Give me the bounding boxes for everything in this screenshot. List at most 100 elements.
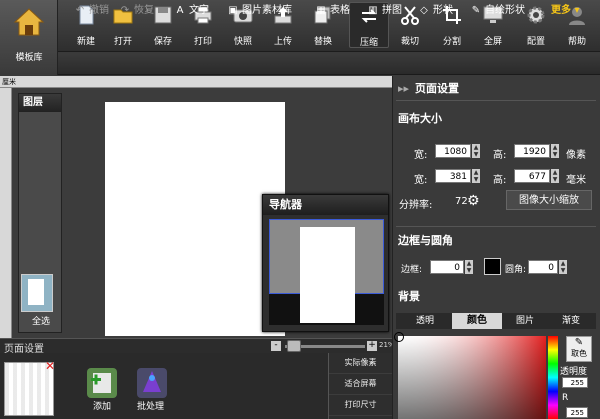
height-mm-input[interactable]: 677: [514, 169, 550, 183]
image-resize-button[interactable]: 图像大小缩放: [506, 190, 592, 210]
layer-thumbnail[interactable]: [21, 274, 53, 312]
close-icon[interactable]: ✕: [45, 359, 55, 373]
batch-button[interactable]: [137, 368, 167, 398]
navigator-page: [300, 227, 355, 323]
toolbar-button-label: 上传: [273, 37, 292, 47]
table-grid-icon: ▦: [316, 5, 326, 16]
add-button[interactable]: [87, 368, 117, 398]
fit-screen-option[interactable]: 适合屏幕: [329, 374, 392, 395]
custom-shape-button[interactable]: ✎ 自绘形状: [470, 0, 525, 22]
r-input[interactable]: 255: [566, 407, 588, 418]
vertical-ruler: [0, 88, 12, 338]
redo-button[interactable]: ↷ 恢复: [119, 0, 154, 22]
shape-icon: ◇: [420, 5, 428, 16]
custom-shape-label: 自绘形状: [485, 5, 525, 16]
opacity-label: 透明度: [560, 367, 588, 377]
border-stepper[interactable]: ▲ ▼: [465, 260, 473, 274]
print-size-option[interactable]: 打印尺寸: [329, 395, 392, 416]
toolbar-button-label: 分割: [442, 37, 461, 47]
resolution-value: 72: [455, 196, 468, 207]
width-mm-label: 宽:: [414, 175, 428, 186]
table-tool-label: 表格: [330, 5, 350, 16]
table-tool-button[interactable]: ▦ 表格: [315, 0, 350, 22]
background-title: 背景: [398, 290, 420, 303]
eyedropper-button[interactable]: ✎ 取色: [566, 336, 592, 362]
corner-stepper[interactable]: ▲ ▼: [559, 260, 567, 274]
toolbar-button-label: 压缩: [359, 38, 378, 48]
zoom-out-button[interactable]: -: [271, 341, 281, 351]
canvas-page[interactable]: [105, 102, 285, 336]
color-cursor[interactable]: [394, 332, 404, 342]
border-corner-title: 边框与圆角: [398, 234, 453, 247]
shape-tool-button[interactable]: ◇ 形状: [418, 0, 453, 22]
actual-pixels-option[interactable]: 实际像素: [329, 353, 392, 374]
add-label: 添加: [93, 402, 112, 412]
batch-label: 批处理: [137, 402, 165, 412]
add-plus-icon: [91, 373, 111, 393]
text-tool-label: 文字: [189, 5, 209, 16]
undo-button[interactable]: ↶ 撤销: [74, 0, 109, 22]
opacity-input[interactable]: 255: [562, 377, 588, 388]
border-input[interactable]: 0: [430, 260, 464, 274]
collage-icon: ▥: [368, 5, 378, 16]
toolbar-button-label: 保存: [153, 37, 172, 47]
tab-gradient[interactable]: 渐变: [548, 313, 594, 329]
mm-unit-label: 毫米: [566, 175, 586, 186]
collage-tool-button[interactable]: ▥ 拼图: [367, 0, 402, 22]
hue-slider[interactable]: [548, 336, 558, 419]
corner-input[interactable]: 0: [528, 260, 558, 274]
width-mm-input[interactable]: 381: [435, 169, 471, 183]
page-thumbnail[interactable]: ✕: [4, 359, 55, 416]
page-settings-title: ▸▸ 页面设置: [398, 82, 460, 95]
collage-tool-label: 拼图: [382, 5, 402, 16]
image-library-button[interactable]: ▣ 图片素材库: [227, 0, 292, 22]
text-a-icon: A: [176, 5, 184, 16]
pen-icon: ✎: [471, 5, 481, 16]
double-arrow-icon: ▸▸: [398, 82, 410, 95]
undo-icon: ↶: [75, 5, 85, 16]
r-label: R: [562, 393, 569, 403]
pixel-unit-label: 像素: [566, 150, 586, 161]
shape-tool-label: 形状: [433, 5, 453, 16]
height-mm-stepper[interactable]: ▲ ▼: [551, 169, 559, 183]
border-label: 边框:: [401, 265, 423, 275]
height-mm-label: 高:: [493, 175, 507, 186]
template-library-label: 模板库: [15, 53, 43, 63]
layers-panel: 图层 全选: [18, 93, 62, 333]
select-all-button[interactable]: 全选: [19, 314, 63, 327]
tab-color[interactable]: 颜色: [452, 313, 502, 329]
resolution-label: 分辨率:: [399, 200, 433, 211]
secondary-toolbar: [58, 53, 600, 75]
horizontal-ruler: 厘米: [0, 76, 392, 88]
zoom-in-button[interactable]: +: [367, 341, 377, 351]
toolbar-button-label: 全屏: [483, 37, 502, 47]
toolbar-button-label: 新建: [76, 37, 95, 47]
border-color-swatch[interactable]: [484, 258, 501, 275]
text-tool-button[interactable]: A 文字: [174, 0, 209, 22]
width-px-stepper[interactable]: ▲ ▼: [472, 144, 480, 158]
width-px-input[interactable]: 1080: [435, 144, 471, 158]
wizard-icon: [143, 371, 161, 392]
height-px-stepper[interactable]: ▲ ▼: [551, 144, 559, 158]
template-library-button[interactable]: 模板库: [0, 0, 58, 75]
zoom-slider-knob[interactable]: [287, 340, 301, 352]
width-label: 宽:: [414, 150, 428, 161]
canvas-size-title: 画布大小: [398, 112, 442, 125]
corner-label: 圆角:: [505, 265, 527, 275]
toolbar-button-label: 替换: [313, 37, 332, 47]
house-icon: [13, 8, 45, 36]
toolbar-button-label: 打印: [193, 37, 212, 47]
layers-title: 图层: [19, 94, 61, 112]
navigator-title: 导航器: [263, 195, 388, 215]
eyedropper-label: 取色: [571, 349, 587, 358]
resolution-gear-icon[interactable]: ⚙: [467, 193, 480, 209]
tab-transparent[interactable]: 透明: [400, 313, 450, 329]
color-saturation-picker[interactable]: [394, 332, 546, 419]
tab-image[interactable]: 图片: [502, 313, 548, 329]
more-button[interactable]: 更多 ▾: [551, 0, 580, 22]
height-px-input[interactable]: 1920: [514, 144, 550, 158]
toolbar-button-label: 帮助: [567, 37, 586, 47]
width-mm-stepper[interactable]: ▲ ▼: [472, 169, 480, 183]
image-library-label: 图片素材库: [242, 5, 292, 16]
undo-label: 撤销: [89, 5, 109, 16]
